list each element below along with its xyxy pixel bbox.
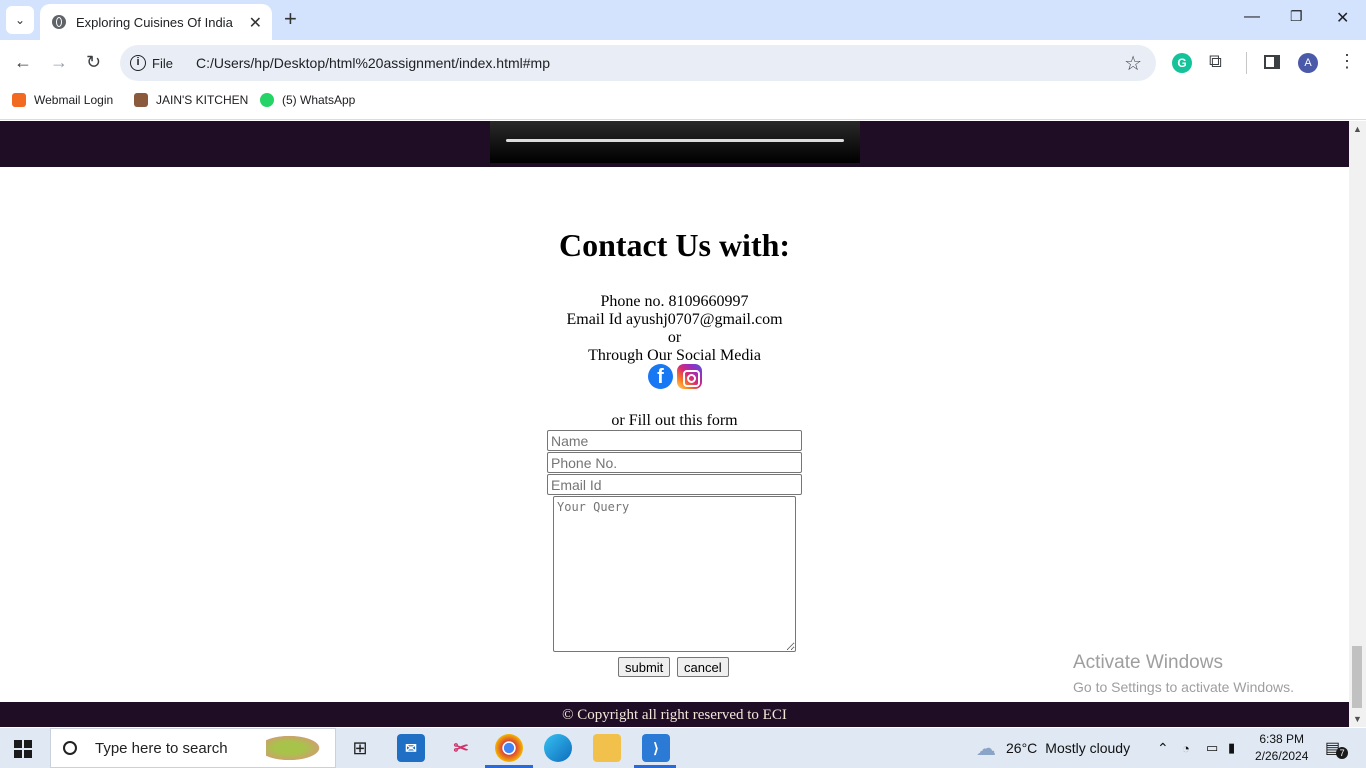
profile-avatar[interactable]: A bbox=[1298, 53, 1318, 73]
notification-center[interactable]: ▤ 7 bbox=[1325, 728, 1349, 768]
notification-count: 7 bbox=[1336, 747, 1349, 759]
bookmark-whatsapp[interactable]: (5) WhatsApp bbox=[260, 93, 355, 107]
activate-windows-watermark: Activate Windows Go to Settings to activ… bbox=[1073, 652, 1294, 695]
extensions-icon[interactable]: ⧉ bbox=[1209, 51, 1222, 72]
task-view-icon[interactable]: ⊞ bbox=[346, 734, 374, 762]
reload-button[interactable]: ↻ bbox=[86, 52, 101, 73]
query-textarea[interactable] bbox=[553, 496, 796, 652]
system-clock[interactable]: 6:38 PM 2/26/2024 bbox=[1255, 731, 1308, 765]
cancel-button[interactable]: cancel bbox=[677, 657, 729, 677]
show-hidden-icons[interactable]: ⌃ bbox=[1157, 728, 1169, 768]
weather-text: Mostly cloudy bbox=[1045, 740, 1131, 756]
bookmark-label: (5) WhatsApp bbox=[282, 93, 356, 107]
facebook-icon[interactable]: f bbox=[648, 364, 673, 389]
tab-title: Exploring Cuisines Of India bbox=[76, 14, 233, 30]
submit-button[interactable]: submit bbox=[618, 657, 671, 677]
globe-icon bbox=[52, 15, 66, 29]
window-close-button[interactable]: ✕ bbox=[1336, 8, 1349, 28]
scrollbar-thumb[interactable] bbox=[1352, 646, 1362, 708]
whatsapp-icon bbox=[260, 93, 274, 107]
phone-text: Phone no. 8109660997 bbox=[600, 293, 749, 310]
vertical-scrollbar[interactable]: ▲ ▼ bbox=[1349, 121, 1366, 727]
tab-search-button[interactable]: ⌄ bbox=[6, 6, 34, 34]
chevron-down-icon: ⌄ bbox=[14, 13, 26, 27]
scroll-up-icon[interactable]: ▲ bbox=[1353, 124, 1362, 134]
or-text: or bbox=[667, 329, 682, 346]
form-prompt: or Fill out this form bbox=[611, 412, 738, 429]
url-text[interactable]: C:/Users/hp/Desktop/html%20assignment/in… bbox=[196, 55, 550, 71]
bookmark-star-icon[interactable]: ☆ bbox=[1124, 51, 1142, 76]
page-footer: © Copyright all right reserved to ECI bbox=[0, 702, 1349, 727]
battery-icon[interactable]: ▮ bbox=[1228, 728, 1235, 768]
back-button[interactable]: ← bbox=[14, 52, 32, 73]
video-player[interactable] bbox=[490, 121, 860, 163]
bookmark-jains-kitchen[interactable]: JAIN'S KITCHEN bbox=[134, 93, 248, 107]
menu-icon[interactable]: ⋮ bbox=[1338, 51, 1356, 72]
tab-bar: ⌄ Exploring Cuisines Of India ✕ + — ❐ ✕ bbox=[0, 0, 1366, 40]
info-icon[interactable]: i bbox=[130, 55, 146, 71]
restore-button[interactable]: ❐ bbox=[1290, 8, 1303, 25]
browser-toolbar: ← → ↻ i File C:/Users/hp/Desktop/html%20… bbox=[0, 40, 1366, 86]
bookmark-label: JAIN'S KITCHEN bbox=[156, 93, 249, 107]
temperature: 26°C bbox=[1006, 740, 1038, 756]
copyright-text: © Copyright all right reserved to ECI bbox=[562, 707, 787, 723]
bookmark-webmail[interactable]: Webmail Login bbox=[12, 93, 113, 107]
network-icon[interactable]: ◔ bbox=[1182, 728, 1190, 768]
close-tab-icon[interactable]: ✕ bbox=[249, 13, 262, 33]
cloudy-weather-icon: ☁ bbox=[976, 737, 996, 760]
mail-icon[interactable]: ✉ bbox=[397, 734, 425, 762]
file-explorer-icon[interactable] bbox=[593, 734, 621, 762]
scroll-down-icon[interactable]: ▼ bbox=[1353, 714, 1362, 724]
name-input[interactable] bbox=[547, 430, 802, 451]
forward-button[interactable]: → bbox=[50, 52, 68, 73]
social-text: Through Our Social Media bbox=[588, 347, 761, 364]
weather-widget[interactable]: ☁ 26°C Mostly cloudy bbox=[976, 728, 1130, 768]
web-page: Contact Us with: Phone no. 8109660997 Em… bbox=[0, 121, 1349, 727]
taskbar-search-text: Type here to search bbox=[95, 739, 228, 757]
minimize-button[interactable]: — bbox=[1244, 8, 1260, 26]
edge-icon[interactable] bbox=[544, 734, 572, 762]
windows-start-icon[interactable] bbox=[14, 740, 32, 758]
video-section bbox=[0, 121, 1349, 167]
social-links: f bbox=[648, 364, 702, 389]
address-bar[interactable]: i File C:/Users/hp/Desktop/html%20assign… bbox=[120, 45, 1156, 81]
search-highlight-image[interactable] bbox=[266, 734, 324, 762]
clock-date: 2/26/2024 bbox=[1255, 749, 1309, 763]
search-icon bbox=[63, 741, 77, 755]
kitchen-icon bbox=[134, 93, 148, 107]
grammarly-icon[interactable]: G bbox=[1172, 53, 1192, 73]
contact-title: Contact Us with: bbox=[558, 227, 791, 263]
browser-tab[interactable]: Exploring Cuisines Of India ✕ bbox=[40, 4, 272, 40]
toolbar-divider bbox=[1246, 52, 1247, 74]
email-input[interactable] bbox=[547, 474, 802, 495]
bookmarks-bar: Webmail Login JAIN'S KITCHEN (5) WhatsAp… bbox=[0, 86, 1366, 120]
email-text: Email Id ayushj0707@gmail.com bbox=[566, 311, 783, 328]
vscode-icon[interactable]: ⟩ bbox=[642, 734, 670, 762]
video-progress-bar[interactable] bbox=[506, 139, 844, 142]
device-icon[interactable]: ▭ bbox=[1206, 728, 1218, 768]
side-panel-icon[interactable] bbox=[1264, 55, 1280, 69]
webmail-icon bbox=[12, 93, 26, 107]
phone-input[interactable] bbox=[547, 452, 802, 473]
bookmark-label: Webmail Login bbox=[34, 93, 114, 107]
windows-taskbar: Type here to search ⊞ ✉ ✂ ⟩ ☁ 26°C Mostl… bbox=[0, 728, 1366, 768]
watermark-title: Activate Windows bbox=[1073, 652, 1223, 673]
watermark-subtitle: Go to Settings to activate Windows. bbox=[1073, 679, 1294, 695]
clock-time: 6:38 PM bbox=[1259, 732, 1305, 746]
chrome-icon[interactable] bbox=[495, 734, 523, 762]
instagram-icon[interactable] bbox=[677, 364, 702, 389]
address-prefix: File bbox=[152, 55, 173, 71]
new-tab-button[interactable]: + bbox=[284, 8, 297, 30]
snipping-tool-icon[interactable]: ✂ bbox=[447, 734, 475, 762]
